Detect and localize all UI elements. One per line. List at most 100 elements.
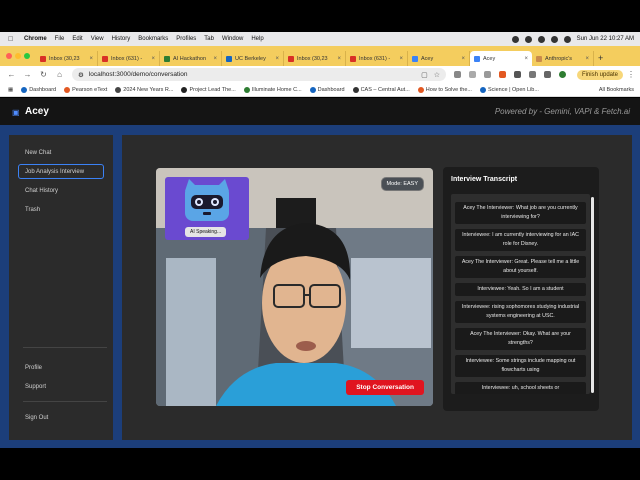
sidebar-item-chat-history[interactable]: Chat History: [18, 183, 104, 198]
bookmark-item[interactable]: CAS – Central Aut...: [352, 86, 410, 93]
transcript-scrollbar[interactable]: [591, 197, 594, 393]
transcript-message: Interviewee: uh, school sheets or: [455, 382, 586, 394]
site-info-icon[interactable]: ⚙: [78, 71, 84, 79]
extension-icon[interactable]: [484, 71, 491, 78]
all-bookmarks-button[interactable]: All Bookmarks: [599, 87, 634, 93]
search-icon[interactable]: [563, 35, 571, 43]
app-brand[interactable]: Acey: [25, 106, 49, 117]
bookmark-favicon-icon: [352, 86, 359, 93]
transcript-message: Acey The Interviewer: Okay. What are you…: [455, 328, 586, 350]
home-icon[interactable]: ⌂: [55, 70, 64, 79]
menu-profiles[interactable]: Profiles: [176, 36, 196, 42]
tab-label: Acey: [483, 55, 496, 62]
tab-favicon-icon: [288, 55, 294, 62]
status-icon[interactable]: [511, 35, 519, 43]
tab-close-icon[interactable]: ×: [151, 56, 155, 62]
install-icon[interactable]: ▢: [421, 71, 428, 79]
transcript-message: Interviewee: I am currently interviewing…: [455, 229, 586, 251]
menu-file[interactable]: File: [55, 36, 65, 42]
transcript-list[interactable]: Acey The Interviewer: What job are you c…: [451, 194, 590, 394]
tab-label: Inbox (30,23: [297, 55, 328, 62]
apple-icon[interactable]: : [8, 36, 16, 43]
browser-tab[interactable]: Inbox (631) - ×: [98, 51, 160, 66]
sidebar-divider: [23, 401, 107, 402]
browser-tab[interactable]: UC Berkeley ×: [222, 51, 284, 66]
minimize-window-button[interactable]: [15, 53, 21, 59]
sidebar-item-sign-out[interactable]: Sign Out: [18, 410, 104, 425]
zoom-window-button[interactable]: [24, 53, 30, 59]
extension-icon[interactable]: [514, 71, 521, 78]
tab-label: AI Hackathon: [173, 55, 207, 62]
tab-label: UC Berkeley: [235, 55, 266, 62]
ai-speaking-label: AI Speaking...: [185, 227, 227, 237]
tab-close-icon[interactable]: ×: [337, 56, 341, 62]
menu-tab[interactable]: Tab: [204, 36, 214, 42]
screen-bottom: [0, 448, 640, 480]
bookmark-item[interactable]: Dashboard: [309, 86, 345, 93]
bookmark-label: Project Lead The...: [189, 86, 236, 93]
battery-icon[interactable]: [537, 35, 545, 43]
sidebar-item-support[interactable]: Support: [18, 379, 104, 394]
browser-tab[interactable]: Inbox (30,23 ×: [36, 51, 98, 66]
bookmark-item[interactable]: Illuminate Home C...: [243, 86, 302, 93]
browser-tab[interactable]: Acey ×: [470, 51, 532, 66]
wifi-icon[interactable]: [550, 35, 558, 43]
bookmark-item[interactable]: Science | Open Lib...: [479, 86, 539, 93]
sidebar-item-trash[interactable]: Trash: [18, 202, 104, 217]
sidebar-item-job-analysis-interview[interactable]: Job Analysis Interview: [18, 164, 104, 179]
browser-tab[interactable]: AI Hackathon ×: [160, 51, 222, 66]
transcript-title: Interview Transcript: [451, 176, 518, 183]
omnibox-actions: ▢ ☆: [421, 71, 440, 79]
tabs: Inbox (30,23 × Inbox (631) - × AI Hackathon ×…: [36, 51, 594, 66]
browser-tab[interactable]: Inbox (30,23 ×: [284, 51, 346, 66]
menu-help[interactable]: Help: [251, 36, 263, 42]
tab-close-icon[interactable]: ×: [275, 56, 279, 62]
menu-app-name[interactable]: Chrome: [24, 36, 47, 42]
menu-window[interactable]: Window: [222, 36, 243, 42]
sidebar-item-new-chat[interactable]: New Chat: [18, 145, 104, 160]
stop-conversation-button[interactable]: Stop Conversation: [346, 380, 424, 395]
menu-bookmarks[interactable]: Bookmarks: [138, 36, 168, 42]
menu-edit[interactable]: Edit: [72, 36, 82, 42]
tab-close-icon[interactable]: ×: [461, 56, 465, 62]
browser-tab[interactable]: Acey ×: [408, 51, 470, 66]
browser-toolbar: ← → ↻ ⌂ ⚙ localhost:3000/demo/conversati…: [0, 66, 640, 83]
menu-view[interactable]: View: [91, 36, 104, 42]
bookmark-item[interactable]: Project Lead The...: [181, 86, 236, 93]
url-text[interactable]: localhost:3000/demo/conversation: [89, 71, 188, 78]
menu-history[interactable]: History: [112, 36, 131, 42]
bookmark-label: Illuminate Home C...: [251, 86, 302, 93]
address-bar[interactable]: ⚙ localhost:3000/demo/conversation ▢ ☆: [72, 68, 446, 81]
close-window-button[interactable]: [6, 53, 12, 59]
reload-icon[interactable]: ↻: [39, 70, 48, 79]
bookmark-item[interactable]: 2024 New Years R...: [115, 86, 173, 93]
bookmark-item[interactable]: How to Solve the...: [417, 86, 472, 93]
tab-close-icon[interactable]: ×: [585, 56, 589, 62]
menubar-clock[interactable]: Sun Jun 22 10:27 AM: [577, 36, 634, 42]
transcript-message: Acey The Interviewer: What job are you c…: [455, 202, 586, 224]
puzzle-icon[interactable]: [529, 71, 536, 78]
tab-label: Anthropic's: [545, 55, 573, 62]
tab-close-icon[interactable]: ×: [524, 56, 528, 62]
browser-tab[interactable]: Anthropic's ×: [532, 51, 594, 66]
tab-close-icon[interactable]: ×: [399, 56, 403, 62]
bookmark-item[interactable]: Pearson eText: [64, 86, 107, 93]
bookmark-item[interactable]: Dashboard: [21, 86, 56, 93]
finish-update-button[interactable]: Finish update: [576, 69, 623, 80]
downloads-icon[interactable]: [544, 71, 551, 78]
extension-icon[interactable]: [454, 71, 461, 78]
extension-icon[interactable]: [469, 71, 476, 78]
browser-tab[interactable]: Inbox (631) - ×: [346, 51, 408, 66]
tab-close-icon[interactable]: ×: [89, 56, 93, 62]
sidebar-item-profile[interactable]: Profile: [18, 360, 104, 375]
transcript-message: Interviewee: Some strings include mappin…: [455, 355, 586, 377]
bookmark-star-icon[interactable]: ☆: [434, 71, 440, 79]
back-icon[interactable]: ←: [7, 70, 16, 79]
profile-avatar[interactable]: [559, 71, 566, 78]
status-icon[interactable]: [524, 35, 532, 43]
forward-icon[interactable]: →: [23, 70, 32, 79]
more-menu-icon[interactable]: ⋮: [627, 70, 635, 79]
new-tab-button[interactable]: +: [598, 53, 603, 63]
tab-close-icon[interactable]: ×: [213, 56, 217, 62]
brave-shield-icon[interactable]: [499, 71, 506, 78]
